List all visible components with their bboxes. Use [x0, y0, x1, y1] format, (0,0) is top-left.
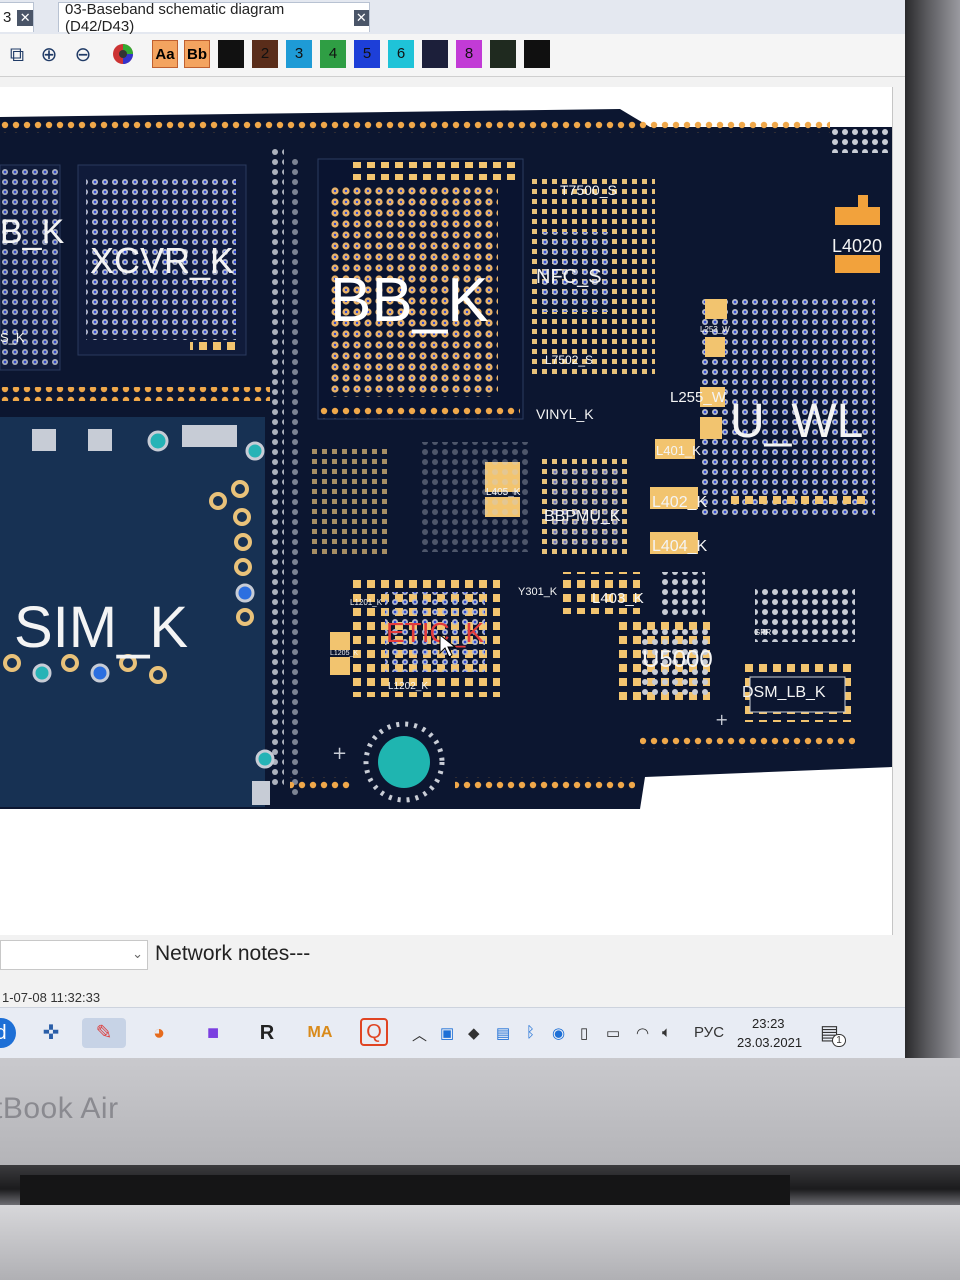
- label-l404: L404_K: [652, 538, 707, 555]
- layer-button[interactable]: [490, 40, 516, 68]
- firefox-icon[interactable]: ◕: [144, 1018, 174, 1048]
- layer-button[interactable]: 4: [320, 40, 346, 68]
- q-icon[interactable]: Q: [360, 1018, 388, 1046]
- clock-date[interactable]: 23.03.2021: [737, 1035, 802, 1050]
- diamond-icon[interactable]: ◆: [468, 1024, 480, 1042]
- laptop-brand-label: tBook Air: [0, 1092, 119, 1125]
- app-d-icon[interactable]: d: [0, 1018, 16, 1048]
- tab-previous[interactable]: 3 ✕: [0, 2, 34, 32]
- paint-icon[interactable]: ✎: [82, 1018, 126, 1048]
- e-icon[interactable]: ◉: [552, 1024, 565, 1042]
- layer-button[interactable]: 2: [252, 40, 278, 68]
- label-vinyl: VINYL_K: [536, 406, 594, 422]
- label-dsm: DSM_LB_K: [742, 684, 826, 701]
- ma-icon[interactable]: МА: [305, 1018, 335, 1048]
- battery-icon[interactable]: ▭: [606, 1024, 620, 1042]
- label-bbpmu: BBPMU_K: [544, 508, 621, 525]
- label-y301: Y301_K: [518, 586, 558, 598]
- notification-badge: 1: [832, 1034, 846, 1047]
- label-bb-k: BB_K: [330, 266, 489, 335]
- pcb-board[interactable]: + + B_K XCVR_K BB_K T7500_S NFC_S L4020 …: [0, 87, 892, 935]
- layer-button[interactable]: 3: [286, 40, 312, 68]
- label-s-k: S_K: [0, 330, 25, 345]
- language-indicator[interactable]: РУС: [694, 1024, 724, 1041]
- close-icon[interactable]: ✕: [17, 9, 33, 26]
- label-l401: L401_K: [656, 443, 701, 458]
- font-bb-button[interactable]: Bb: [184, 40, 210, 68]
- cube-icon[interactable]: ■: [198, 1018, 228, 1048]
- label-l403: L403_K: [592, 590, 644, 607]
- layer-button[interactable]: [524, 40, 550, 68]
- tray-window-icon[interactable]: ▤: [496, 1024, 510, 1042]
- label-l1201: L1201_K: [350, 598, 383, 607]
- label-u5000: U5000: [642, 646, 713, 673]
- screen-bezel-right: [905, 0, 960, 1070]
- layer-button[interactable]: 5: [354, 40, 380, 68]
- svg-text:+: +: [332, 743, 347, 764]
- label-sim-k: SIM_K: [14, 595, 188, 660]
- label-l1205: L1205_K: [330, 650, 358, 657]
- label-t7500: T7500_S: [560, 182, 617, 198]
- layer-button[interactable]: [422, 40, 448, 68]
- network-notes-label: Network notes---: [155, 942, 311, 965]
- toolbar: ⧉ ⊕ ⊖ Aa Bb 23456 8: [0, 34, 905, 77]
- chevron-down-icon[interactable]: ⌄: [132, 946, 143, 962]
- label-u-wl: U_WL: [730, 395, 863, 448]
- font-aa-button[interactable]: Aa: [152, 40, 178, 68]
- label-l253: L253_W: [700, 325, 730, 334]
- usb-icon[interactable]: ▯: [580, 1024, 588, 1042]
- label-l4020: L4020: [832, 236, 882, 256]
- compass-icon[interactable]: ✜: [36, 1018, 66, 1048]
- tab-bar: 3 ✕ 03-Baseband schematic diagram (D42/D…: [0, 0, 905, 35]
- tab-baseband-schematic[interactable]: 03-Baseband schematic diagram (D42/D43) …: [58, 0, 370, 35]
- zoom-in-icon[interactable]: ⊕: [36, 42, 62, 68]
- laptop-base: [0, 1205, 960, 1280]
- label-l405: L405_K: [486, 487, 521, 498]
- window-restore-icon[interactable]: ⧉: [4, 42, 30, 68]
- board-viewport[interactable]: + + B_K XCVR_K BB_K T7500_S NFC_S L4020 …: [0, 87, 893, 935]
- label-l255: L255_W: [670, 389, 727, 406]
- volume-icon[interactable]: 🔈︎: [662, 1024, 671, 1041]
- label-b-k: B_K: [0, 213, 65, 251]
- screen-bezel-bottom: [0, 1058, 960, 1170]
- tray-app-icon[interactable]: ▣: [440, 1024, 454, 1042]
- label-l1202: L1202_K: [388, 681, 428, 692]
- svg-text:+: +: [715, 710, 728, 729]
- status-timestamp: 1-07-08 11:32:33: [2, 990, 101, 1005]
- label-etic: ETIC_K: [386, 617, 484, 648]
- chevron-up-icon[interactable]: ︿: [412, 1024, 427, 1045]
- clock-time[interactable]: 23:23: [752, 1016, 785, 1031]
- zoom-out-icon[interactable]: ⊖: [70, 42, 96, 68]
- label-gpr: GPR: [754, 628, 772, 637]
- bluetooth-icon[interactable]: ᛒ: [526, 1024, 535, 1041]
- label-xcvr: XCVR_K: [90, 240, 234, 281]
- screen: 3 ✕ 03-Baseband schematic diagram (D42/D…: [0, 0, 905, 1058]
- r-icon[interactable]: R: [252, 1018, 282, 1048]
- layer-button[interactable]: 8: [456, 40, 482, 68]
- notes-dropdown[interactable]: ⌄: [0, 940, 148, 970]
- close-icon[interactable]: ✕: [353, 9, 369, 26]
- layer-button[interactable]: 6: [388, 40, 414, 68]
- label-nfc: NFC_S: [536, 266, 602, 288]
- wifi-icon[interactable]: ◠: [636, 1024, 649, 1042]
- label-l7502: L7502_S: [545, 353, 593, 367]
- layer-button[interactable]: [218, 40, 244, 68]
- taskbar: d ✜ ✎ ◕ ■ R МА Q ︿ ▣ ◆ ▤ ᛒ ◉ ▯ ▭ ◠ 🔈︎ РУ…: [0, 1007, 905, 1058]
- color-wheel-icon[interactable]: [110, 42, 136, 68]
- label-l402: L402_K: [652, 494, 707, 511]
- tab-label: 03-Baseband schematic diagram (D42/D43): [65, 0, 285, 35]
- tab-label: 3: [3, 9, 12, 26]
